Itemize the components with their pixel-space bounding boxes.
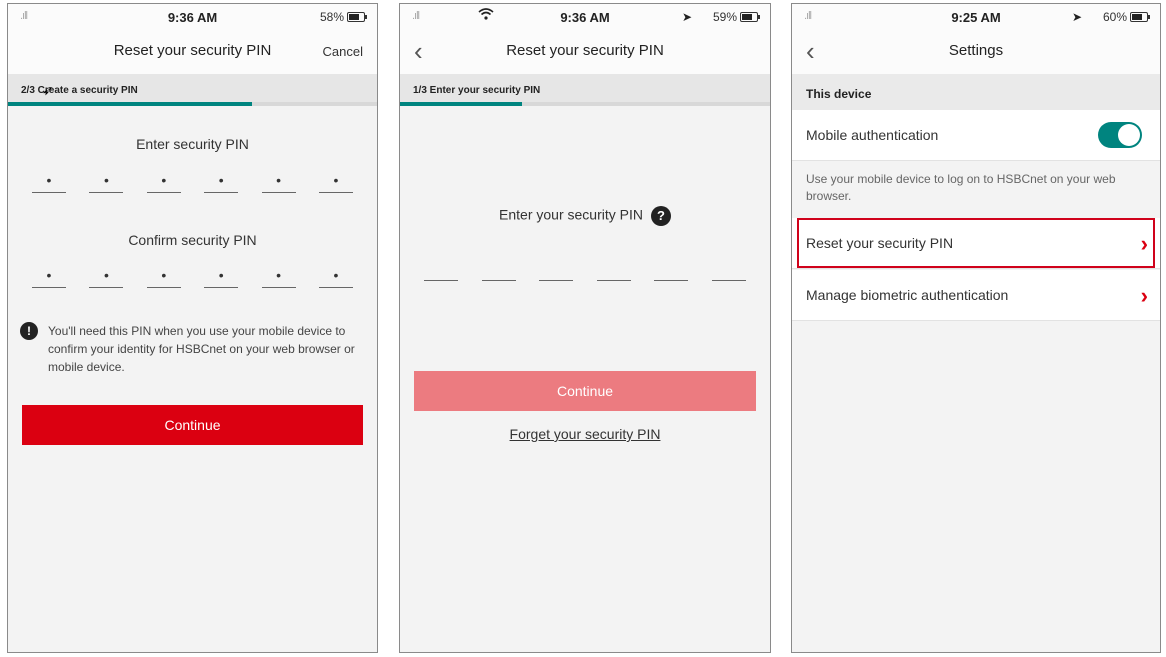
toggle-knob [1118,124,1140,146]
nav-bar: ‹ Reset your security PIN [400,30,770,74]
pin-digit[interactable]: • [204,172,239,193]
manage-biometric-label: Manage biometric authentication [806,287,1009,303]
screen-enter-pin: .ıll 9:36 AM ➤ 59% ‹ Reset your security… [399,3,771,653]
section-label: This device [806,87,872,101]
enter-pin-label: Enter your security PIN? [400,206,770,226]
nav-bar: Reset your security PIN Cancel [8,30,377,74]
reset-pin-label: Reset your security PIN [806,235,954,251]
reset-pin-row[interactable]: Reset your security PIN › [792,218,1160,269]
pin-info-note: ! You'll need this PIN when you use your… [20,322,361,376]
step-header: 1/3 Enter your security PIN [400,74,770,104]
location-icon: ➤ [1071,10,1082,24]
pin-inputs[interactable] [424,260,746,281]
pin-digit[interactable]: • [204,267,239,288]
progress-fill [400,102,523,106]
step-header: 2/3 Create a security PIN [8,74,377,104]
mobile-auth-toggle[interactable] [1098,122,1142,148]
pin-digit[interactable]: • [261,172,296,193]
info-text: You'll need this PIN when you use your m… [48,324,355,374]
pin-digit[interactable]: • [32,172,66,193]
progress-bar [400,102,770,106]
cursor-icon: ➶ [42,82,54,98]
step-label: 1/3 Enter your security PIN [413,85,541,96]
mobile-auth-label: Mobile authentication [806,127,939,143]
section-header: This device [792,74,1160,110]
continue-button[interactable]: Continue [22,405,363,445]
chevron-right-icon: › [1140,231,1148,256]
continue-button[interactable]: Continue [414,371,756,411]
pin-digit[interactable]: • [318,172,353,193]
pin-digit[interactable]: • [32,267,66,288]
confirm-pin-label: Confirm security PIN [128,232,257,248]
pin-digit[interactable] [424,260,458,281]
status-bar: .ıll 9:36 AM ➤ 59% [400,4,770,30]
screen-create-pin: .ıll 9:36 AM 58% Reset your security PIN… [7,3,378,653]
pin-digit[interactable]: • [89,172,124,193]
pin-digit[interactable] [596,260,631,281]
battery-percent: 59% [712,10,737,24]
progress-fill [8,102,252,106]
forget-pin-link[interactable]: Forget your security PIN [400,426,770,442]
battery-icon [740,12,760,22]
battery-percent: 58% [319,10,344,24]
manage-biometric-row[interactable]: Manage biometric authentication › [792,270,1160,321]
mobile-auth-description: Use your mobile device to log on to HSBC… [792,161,1160,218]
confirm-pin-inputs[interactable]: • • • • • • [32,267,353,288]
exclamation-icon: ! [20,322,38,340]
pin-digit[interactable] [711,260,746,281]
description-text: Use your mobile device to log on to HSBC… [806,172,1116,203]
page-title: Reset your security PIN [506,42,664,59]
step-label: 2/3 Create a security PIN [21,85,138,96]
pin-digit[interactable] [654,260,689,281]
battery-percent: 60% [1102,10,1127,24]
pin-digit[interactable]: • [146,172,181,193]
page-title: Settings [948,42,1004,59]
status-bar: .ıll 9:36 AM 58% [8,4,377,30]
battery-icon [1130,12,1150,22]
enter-pin-text: Enter your security PIN [499,206,643,223]
nav-bar: ‹ Settings [792,30,1160,74]
enter-pin-inputs[interactable]: • • • • • • [32,172,353,193]
pin-digit[interactable]: • [146,267,181,288]
chevron-right-icon: › [1140,283,1148,308]
pin-digit[interactable] [481,260,516,281]
progress-bar [8,102,377,106]
pin-digit[interactable]: • [318,267,353,288]
pin-digit[interactable]: • [261,267,296,288]
battery-status: 59% [712,10,760,24]
help-icon[interactable]: ? [650,206,671,226]
enter-pin-label: Enter security PIN [136,136,249,152]
pin-digit[interactable] [539,260,574,281]
location-icon: ➤ [681,10,692,24]
screen-settings: .ıll 9:25 AM ➤ 60% ‹ Settings This devic… [791,3,1161,653]
cancel-button[interactable]: Cancel [323,44,363,59]
status-bar: .ıll 9:25 AM ➤ 60% [792,4,1160,30]
mobile-auth-row: Mobile authentication [792,110,1160,161]
pin-digit[interactable]: • [89,267,124,288]
battery-icon [347,12,367,22]
battery-status: 60% [1102,10,1150,24]
battery-status: 58% [319,10,367,24]
